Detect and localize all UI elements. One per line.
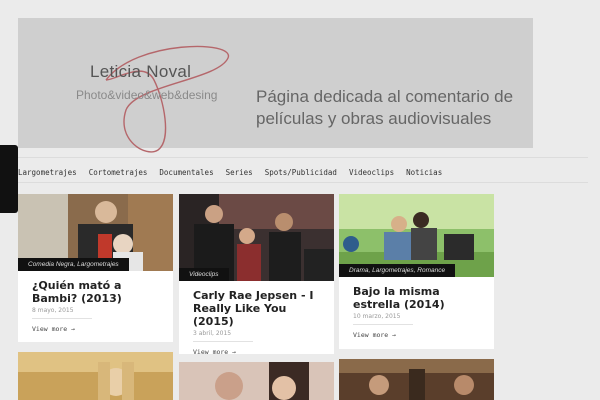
view-more-link[interactable]: View more → [339, 325, 494, 339]
view-more-link[interactable]: View more → [18, 319, 173, 333]
post-card [18, 352, 173, 400]
post-title[interactable]: Carly Rae Jepsen - I Really Like You (20… [179, 281, 334, 328]
logo-name[interactable]: Leticia Noval [90, 62, 191, 82]
nav-divider-bottom [18, 182, 588, 183]
nav-item-documentales[interactable]: Documentales [159, 168, 213, 177]
post-card: Comedia Negra, Largometrajes ¿Quién mató… [18, 194, 173, 342]
side-panel-tab[interactable] [0, 145, 18, 213]
post-card [179, 362, 334, 400]
post-thumbnail[interactable] [179, 362, 334, 400]
post-title[interactable]: Bajo la misma estrella (2014) [339, 277, 494, 311]
post-date: 3 abril, 2015 [193, 330, 232, 337]
site-tagline: Página dedicada al comentario de películ… [256, 87, 514, 128]
post-card [339, 359, 494, 400]
category-label[interactable]: Comedia Negra, Largometrajes [18, 258, 129, 271]
post-card: Drama, Largometrajes, Romance Bajo la mi… [339, 194, 494, 349]
main-nav: Largometrajes Cortometrajes Documentales… [18, 168, 442, 177]
nav-item-spots[interactable]: Spots/Publicidad [265, 168, 337, 177]
post-card: Videoclips Carly Rae Jepsen - I Really L… [179, 194, 334, 356]
logo-subtitle: Photo&video&web&desing [76, 88, 218, 102]
category-label[interactable]: Drama, Largometrajes, Romance [339, 264, 456, 277]
nav-item-largometrajes[interactable]: Largometrajes [18, 168, 77, 177]
post-thumbnail[interactable] [339, 359, 494, 400]
post-title[interactable]: ¿Quién mató a Bambi? (2013) [18, 271, 173, 305]
nav-item-noticias[interactable]: Noticias [406, 168, 442, 177]
post-thumbnail[interactable]: Comedia Negra, Largometrajes [18, 194, 173, 271]
post-thumbnail[interactable]: Videoclips [179, 194, 334, 281]
nav-item-series[interactable]: Series [226, 168, 253, 177]
nav-item-videoclips[interactable]: Videoclips [349, 168, 394, 177]
post-date: 8 mayo, 2015 [32, 307, 74, 314]
post-thumbnail[interactable]: Drama, Largometrajes, Romance [339, 194, 494, 277]
category-label[interactable]: Videoclips [179, 268, 229, 281]
post-thumbnail[interactable] [18, 352, 173, 400]
nav-divider-top [18, 157, 588, 158]
header-banner: Leticia Noval Photo&video&web&desing Pág… [18, 18, 533, 153]
view-more-link[interactable]: View more → [179, 342, 334, 356]
nav-item-cortometrajes[interactable]: Cortometrajes [89, 168, 148, 177]
post-date: 10 marzo, 2015 [353, 313, 401, 320]
